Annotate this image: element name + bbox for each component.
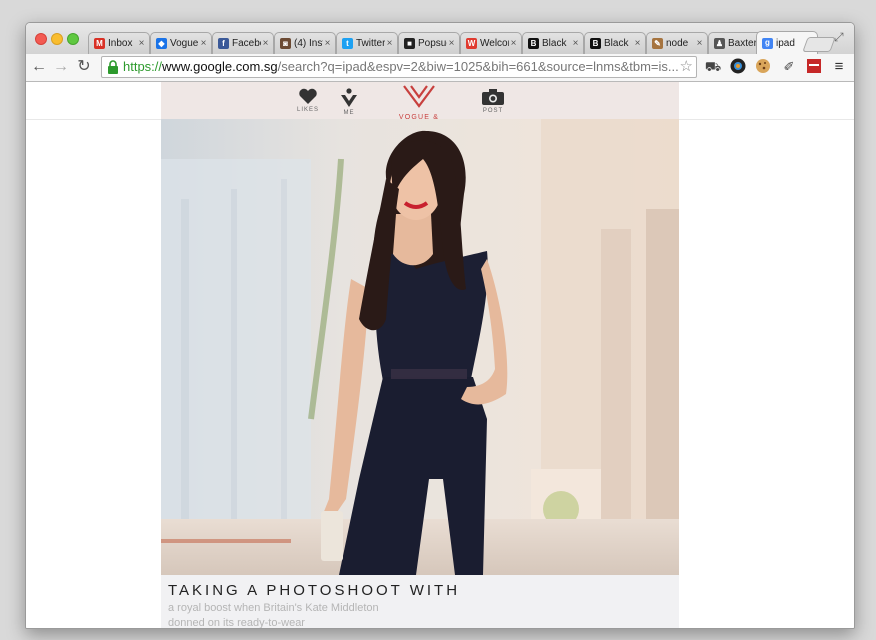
bb-icon: B	[528, 38, 539, 49]
google-icon: g	[762, 37, 773, 49]
article-excerpt-line-2: donned on its ready-to-wear	[168, 617, 305, 628]
web-page: LIKES ME VOGUE & VERVE	[26, 82, 854, 628]
tab-close-icon[interactable]: ×	[633, 38, 642, 49]
tab-label: Welcome	[480, 38, 509, 49]
photo-illustration	[161, 119, 679, 575]
tab-label: Vogue	[170, 38, 199, 49]
bookmark-star-icon[interactable]: ☆	[680, 57, 693, 77]
tab-close-icon[interactable]: ×	[261, 38, 270, 49]
site-nav-bar: LIKES ME VOGUE & VERVE	[161, 82, 679, 128]
tab-close-icon[interactable]: ×	[137, 38, 146, 49]
article-excerpt: a royal boost when Britain's Kate Middle…	[168, 601, 428, 628]
tab-label: Black	[604, 38, 629, 49]
tab-node[interactable]: ✎ node ×	[646, 32, 708, 54]
fullscreen-icon[interactable]: ⤢	[834, 30, 844, 45]
gmail-icon: M	[94, 38, 105, 49]
tab-close-icon[interactable]: ×	[199, 38, 208, 49]
tab-label: Popsugar	[418, 38, 447, 49]
tab-bb[interactable]: B Black ×	[522, 32, 584, 54]
back-button[interactable]: ←	[29, 57, 49, 77]
tab-label: Facebook	[232, 38, 261, 49]
tab-vogue[interactable]: ◆ Vogue ×	[150, 32, 212, 54]
tab-label: Inbox	[108, 38, 133, 49]
tab-welcome[interactable]: WWelcome×	[460, 32, 522, 54]
dropper-extension-icon[interactable]: ✐	[780, 58, 798, 76]
tab-close-icon[interactable]: ×	[695, 38, 704, 49]
welcome-icon: W	[466, 38, 477, 49]
article-title[interactable]: TAKING A PHOTOSHOOT WITH	[168, 582, 673, 599]
tab-close-icon[interactable]: ×	[447, 38, 456, 49]
nav-likes-label: LIKES	[297, 107, 320, 113]
tab-pop[interactable]: ■Popsugar×	[398, 32, 460, 54]
nav-me-label: ME	[343, 110, 355, 116]
tab-label: ipad	[776, 37, 795, 49]
camera-extension-icon[interactable]	[729, 58, 747, 76]
tab-label: (4) Instagram	[294, 38, 323, 49]
article-hero-photo[interactable]	[161, 119, 679, 575]
window-minimize-button[interactable]	[51, 33, 63, 45]
tab-facebook[interactable]: fFacebook×	[212, 32, 274, 54]
nav-me[interactable]: ME	[339, 88, 359, 116]
tab-close-icon[interactable]: ×	[509, 38, 518, 49]
reload-button[interactable]: ↻	[74, 57, 94, 77]
instagram-icon: ◙	[280, 38, 291, 49]
window-close-button[interactable]	[35, 33, 47, 45]
tab-label: node	[666, 38, 689, 49]
vv-logo-icon	[403, 85, 435, 108]
vogue-icon: ◆	[156, 38, 167, 49]
lock-icon	[108, 60, 118, 74]
new-tab-button[interactable]	[802, 37, 836, 52]
browser-window: MInbox×◆Vogue×fFacebook×◙(4) Instagram×t…	[25, 22, 855, 629]
tab-close-icon[interactable]: ×	[323, 38, 332, 49]
url-text: https://www.google.com.sg/search?q=ipad&…	[123, 59, 679, 74]
tab-close-icon[interactable]: ×	[571, 38, 580, 49]
menu-icon[interactable]: ≡	[830, 58, 848, 76]
nav-likes[interactable]: LIKES	[297, 88, 319, 113]
browser-toolbar: ← → ↻ https://www.google.com.sg/search?q…	[26, 54, 854, 82]
window-zoom-button[interactable]	[67, 33, 79, 45]
article-column: LIKES ME VOGUE & VERVE	[161, 82, 679, 628]
tab-label: Twitter	[356, 38, 385, 49]
bb-icon: B	[590, 38, 601, 49]
facebook-icon: f	[218, 38, 229, 49]
tab-gmail[interactable]: M Inbox ×	[88, 32, 150, 54]
baxter-icon: ♟	[714, 38, 725, 49]
pop-icon: ■	[404, 38, 415, 49]
tab-instagram[interactable]: ◙(4) Instagram×	[274, 32, 336, 54]
bus-extension-icon[interactable]: ⛟	[704, 58, 722, 76]
forward-button[interactable]: →	[51, 57, 71, 77]
tab-label: Baxter	[728, 38, 757, 49]
tab-twitter[interactable]: t Twitter ×	[336, 32, 398, 54]
red-extension-icon[interactable]	[805, 58, 823, 76]
camera-icon	[482, 89, 504, 105]
article-excerpt-line-1: a royal boost when Britain's Kate Middle…	[168, 602, 379, 614]
tab-bb[interactable]: B Black ×	[584, 32, 646, 54]
twitter-icon: t	[342, 38, 353, 49]
node-icon: ✎	[652, 38, 663, 49]
nav-post[interactable]: POST	[481, 88, 505, 114]
tab-strip: MInbox×◆Vogue×fFacebook×◙(4) Instagram×t…	[26, 23, 854, 54]
nav-post-label: POST	[482, 108, 504, 114]
cookie-extension-icon[interactable]	[754, 58, 772, 76]
heart-icon	[299, 88, 317, 104]
tab-label: Black	[542, 38, 567, 49]
person-v-icon	[341, 88, 357, 107]
tab-close-icon[interactable]: ×	[385, 38, 394, 49]
article-caption[interactable]: TAKING A PHOTOSHOOT WITH a royal boost w…	[168, 582, 673, 628]
address-bar[interactable]: https://www.google.com.sg/search?q=ipad&…	[101, 56, 697, 78]
